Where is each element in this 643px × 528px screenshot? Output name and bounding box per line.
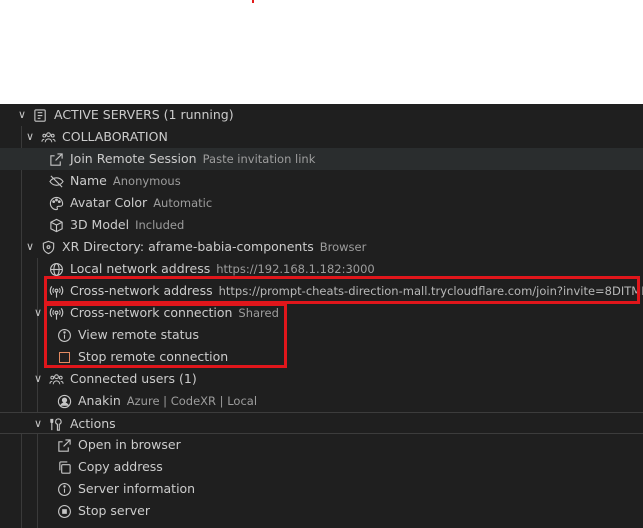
info-icon: [56, 481, 72, 497]
tree-item-label: Join Remote Session: [70, 151, 197, 166]
tree-item-label: ACTIVE SERVERS (1 running): [54, 107, 234, 122]
tree-item-label: Copy address: [78, 459, 163, 474]
tree-item-label-wrap: Avatar Color Automatic: [70, 192, 212, 214]
people-icon: [48, 371, 64, 387]
chevron-down-icon[interactable]: ∨: [32, 302, 44, 324]
tree-item-label: 3D Model: [70, 217, 130, 232]
tools-icon: [48, 416, 64, 432]
tree-item-xr-directory[interactable]: ∨ XR Directory: aframe-babia-components B…: [0, 236, 643, 258]
tree-item-description: Paste invitation link: [202, 152, 316, 166]
tree-item-label-wrap: XR Directory: aframe-babia-components Bro…: [62, 236, 366, 258]
eye-closed-icon: [48, 173, 64, 189]
tree-item-stop-remote-connection[interactable]: Stop remote connection: [0, 346, 643, 368]
tree-item-label-wrap: 3D Model Included: [70, 214, 184, 236]
tree-item-join-remote-session[interactable]: Join Remote Session Paste invitation link: [0, 148, 643, 170]
copy-icon: [56, 459, 72, 475]
tree-item-description: Included: [135, 218, 185, 232]
tree-item-description: https://prompt-cheats-direction-mall.try…: [218, 284, 643, 298]
stop-circle-icon: [56, 503, 72, 519]
tree-item-label: XR Directory: aframe-babia-components: [62, 239, 314, 254]
tree-item-avatar-color[interactable]: Avatar Color Automatic: [0, 192, 643, 214]
tree-item-label: COLLABORATION: [62, 129, 168, 144]
tree-item-user-anakin[interactable]: Anakin Azure | CodeXR | Local: [0, 390, 643, 412]
tree-item-label: View remote status: [78, 327, 199, 342]
tree-item-label: Connected users (1): [70, 371, 197, 386]
tree-item-view-remote-status[interactable]: View remote status: [0, 324, 643, 346]
tree-item-description: Browser: [319, 240, 367, 254]
chevron-down-icon[interactable]: ∨: [24, 236, 36, 258]
tree-item-description: Shared: [238, 306, 279, 320]
server-stack-icon: [32, 107, 48, 123]
tree-item-server-information[interactable]: Server information: [0, 478, 643, 500]
tree-item-active-servers[interactable]: ∨ ACTIVE SERVERS (1 running): [0, 104, 643, 126]
tree-item-label: Avatar Color: [70, 195, 148, 210]
people-icon: [40, 129, 56, 145]
tree-item-label: Cross-network address: [70, 283, 213, 298]
info-icon: [56, 327, 72, 343]
stop-square-icon: [56, 349, 72, 365]
tree-item-cross-network-connection[interactable]: ∨ Cross-network connection Shared: [0, 302, 643, 324]
chevron-down-icon[interactable]: ∨: [32, 413, 44, 435]
broadcast-icon: [48, 305, 64, 321]
chevron-down-icon[interactable]: ∨: [32, 368, 44, 390]
cube-icon: [48, 217, 64, 233]
tree-item-open-in-browser[interactable]: Open in browser: [0, 434, 643, 456]
globe-icon: [48, 261, 64, 277]
chevron-down-icon[interactable]: ∨: [16, 104, 28, 126]
tree-item-name[interactable]: Name Anonymous: [0, 170, 643, 192]
chevron-down-icon[interactable]: ∨: [24, 126, 36, 148]
shield-icon: [40, 239, 56, 255]
tree-item-description: Automatic: [153, 196, 213, 210]
tree-item-label-wrap: Cross-network address https://prompt-chea…: [70, 280, 643, 302]
tree-item-description: https://192.168.1.182:3000: [216, 262, 375, 276]
tree-item-label: Server information: [78, 481, 196, 496]
link-external-icon: [56, 437, 72, 453]
tree-item-connected-users[interactable]: ∨ Connected users (1): [0, 368, 643, 390]
tree-item-label: Name: [70, 173, 107, 188]
tree-item-stop-server[interactable]: Stop server: [0, 500, 643, 522]
tree-item-copy-address[interactable]: Copy address: [0, 456, 643, 478]
tree-item-description: Anonymous: [112, 174, 181, 188]
tree-item-collaboration[interactable]: ∨ COLLABORATION: [0, 126, 643, 148]
tree-item-label: Open in browser: [78, 437, 181, 452]
tree-item-label-wrap: Anakin Azure | CodeXR | Local: [78, 390, 257, 412]
tree-item-description: Azure | CodeXR | Local: [126, 394, 258, 408]
red-dot-marker: [252, 0, 254, 3]
tree-item-label-wrap: Local network address https://192.168.1.1…: [70, 258, 375, 280]
tree-item-actions[interactable]: ∨ Actions: [0, 412, 643, 434]
tree-item-label: Cross-network connection: [70, 305, 233, 320]
tree-item-label-wrap: Join Remote Session Paste invitation link: [70, 148, 315, 170]
active-servers-tree-panel: ∨ ACTIVE SERVERS (1 running) ∨ COLLABORA…: [0, 104, 643, 528]
tree-item-3d-model[interactable]: 3D Model Included: [0, 214, 643, 236]
tree-item-label: Anakin: [78, 393, 121, 408]
page-background: [0, 0, 643, 104]
tree-item-label: Stop server: [78, 503, 150, 518]
tree-item-label-wrap: Name Anonymous: [70, 170, 181, 192]
tree-item-label-wrap: Cross-network connection Shared: [70, 302, 279, 324]
account-icon: [56, 393, 72, 409]
broadcast-icon: [48, 283, 64, 299]
link-external-icon: [48, 151, 64, 167]
tree-item-label: Local network address: [70, 261, 211, 276]
tree-item-cross-network-address[interactable]: Cross-network address https://prompt-chea…: [0, 280, 643, 302]
palette-icon: [48, 195, 64, 211]
tree-item-label: Actions: [70, 416, 116, 431]
tree-item-local-network-address[interactable]: Local network address https://192.168.1.1…: [0, 258, 643, 280]
tree-item-label: Stop remote connection: [78, 349, 229, 364]
